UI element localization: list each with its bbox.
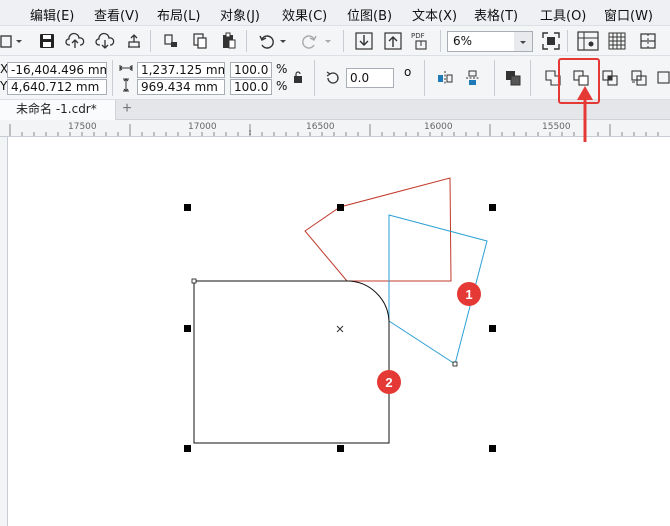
document-tab[interactable]: 未命名 -1.cdr* [0, 100, 116, 120]
height-input[interactable]: 969.434 mm [137, 79, 225, 95]
menu-window[interactable]: 窗口(W) [604, 5, 653, 24]
selection-handle[interactable] [489, 445, 496, 452]
rotation-input[interactable]: 0.0 [346, 68, 394, 88]
lock-ratio-icon[interactable] [290, 68, 306, 86]
menu-table[interactable]: 表格(T) [474, 5, 518, 24]
show-guidelines-icon[interactable] [637, 30, 659, 52]
separator [246, 30, 247, 52]
weld-icon[interactable] [542, 67, 564, 89]
drawing-canvas[interactable]: 1 2 [8, 137, 670, 526]
redo-icon[interactable] [299, 30, 321, 52]
horizontal-ruler[interactable]: 17500 17000 16500 16000 15500 [0, 120, 670, 137]
selection-handle[interactable] [184, 204, 191, 211]
print-icon[interactable] [123, 30, 145, 52]
menu-view[interactable]: 查看(V) [94, 5, 139, 24]
ruler-label: 17000 [188, 122, 217, 132]
combine-icon[interactable] [502, 67, 524, 89]
node-handle[interactable] [452, 361, 458, 367]
width-icon [118, 60, 134, 76]
separator [530, 60, 531, 96]
separator [343, 30, 344, 52]
scale-height-input[interactable]: 100.0 [230, 79, 272, 95]
separator [424, 60, 425, 96]
vertical-ruler[interactable] [0, 137, 8, 526]
paste-icon[interactable] [218, 30, 240, 52]
welded-shape[interactable] [193, 280, 390, 444]
height-icon [118, 77, 134, 93]
selection-handle[interactable] [489, 325, 496, 332]
undo-icon[interactable] [255, 30, 277, 52]
menu-text[interactable]: 文本(X) [412, 5, 457, 24]
intersect-icon[interactable] [599, 67, 621, 89]
separator [494, 60, 495, 96]
mirror-horizontal-icon[interactable] [434, 67, 456, 89]
cloud-download-icon[interactable] [94, 30, 116, 52]
rotation-icon [322, 67, 344, 89]
red-shape[interactable] [304, 177, 452, 282]
front-minus-back-icon[interactable] [655, 67, 670, 89]
show-rulers-icon[interactable] [575, 29, 601, 53]
publish-pdf-icon[interactable]: PDF [410, 30, 434, 52]
width-input[interactable]: 1,237.125 mm [137, 62, 225, 78]
selection-handle[interactable] [337, 204, 344, 211]
cloud-upload-icon[interactable] [64, 30, 86, 52]
scale-width-input[interactable]: 100.0 [230, 62, 272, 78]
export-icon[interactable] [382, 30, 404, 52]
undo-dropdown-icon[interactable] [277, 30, 289, 52]
add-tab-button[interactable]: + [118, 101, 136, 118]
ruler-label: 16500 [306, 122, 335, 132]
menu-bar: 编辑(E) 查看(V) 布局(L) 对象(J) 效果(C) 位图(B) 文本(X… [0, 0, 670, 26]
separator [112, 60, 113, 96]
separator [314, 60, 315, 96]
x-position-input[interactable]: -16,404.496 mm [7, 62, 107, 78]
new-document-icon[interactable] [0, 30, 14, 52]
trim-icon[interactable] [570, 67, 592, 89]
menu-tools[interactable]: 工具(O) [540, 5, 586, 24]
show-grid-icon[interactable] [606, 30, 628, 52]
new-dropdown-icon[interactable] [13, 30, 25, 52]
selection-handle[interactable] [337, 445, 344, 452]
simplify-icon[interactable] [628, 67, 650, 89]
badge-2-label: 2 [385, 375, 392, 390]
annotation-badge-2: 2 [377, 370, 401, 394]
scale-width-percent: % [276, 62, 288, 76]
menu-effects[interactable]: 效果(C) [282, 5, 327, 24]
redo-dropdown-icon[interactable] [322, 30, 334, 52]
save-icon[interactable] [36, 30, 58, 52]
selection-handle[interactable] [489, 204, 496, 211]
menu-edit[interactable]: 编辑(E) [30, 5, 74, 24]
import-icon[interactable] [353, 30, 375, 52]
menu-bitmaps[interactable]: 位图(B) [347, 5, 392, 24]
degree-symbol: o [404, 65, 412, 79]
badge-1-label: 1 [465, 287, 472, 302]
cut-icon[interactable] [160, 30, 182, 52]
full-screen-icon[interactable] [540, 30, 562, 52]
menu-layout[interactable]: 布局(L) [157, 5, 200, 24]
selection-center-mark [336, 325, 344, 333]
zoom-dropdown-icon[interactable] [514, 32, 532, 51]
mirror-vertical-icon[interactable] [462, 67, 484, 89]
ruler-label: 17500 [68, 122, 97, 132]
node-handle[interactable] [191, 278, 197, 284]
property-bar: X: -16,404.496 mm Y: 4,640.712 mm 1,237.… [0, 56, 670, 100]
y-position-input[interactable]: 4,640.712 mm [7, 79, 107, 95]
separator [440, 30, 441, 52]
ruler-label: 16000 [424, 122, 453, 132]
separator [567, 30, 568, 52]
separator [150, 30, 151, 52]
document-tab-label: 未命名 -1.cdr* [16, 102, 97, 116]
ruler-label: 15500 [542, 122, 571, 132]
menu-object[interactable]: 对象(J) [220, 5, 260, 24]
annotation-badge-1: 1 [457, 282, 481, 306]
standard-toolbar: PDF 6% [0, 26, 670, 56]
selection-handle[interactable] [184, 325, 191, 332]
scale-height-percent: % [276, 79, 288, 93]
canvas-drawing: 1 2 [184, 177, 496, 452]
pdf-label: PDF [411, 32, 425, 40]
copy-icon[interactable] [189, 30, 211, 52]
selection-handle[interactable] [184, 445, 191, 452]
document-tab-bar: 未命名 -1.cdr* + [0, 100, 670, 120]
